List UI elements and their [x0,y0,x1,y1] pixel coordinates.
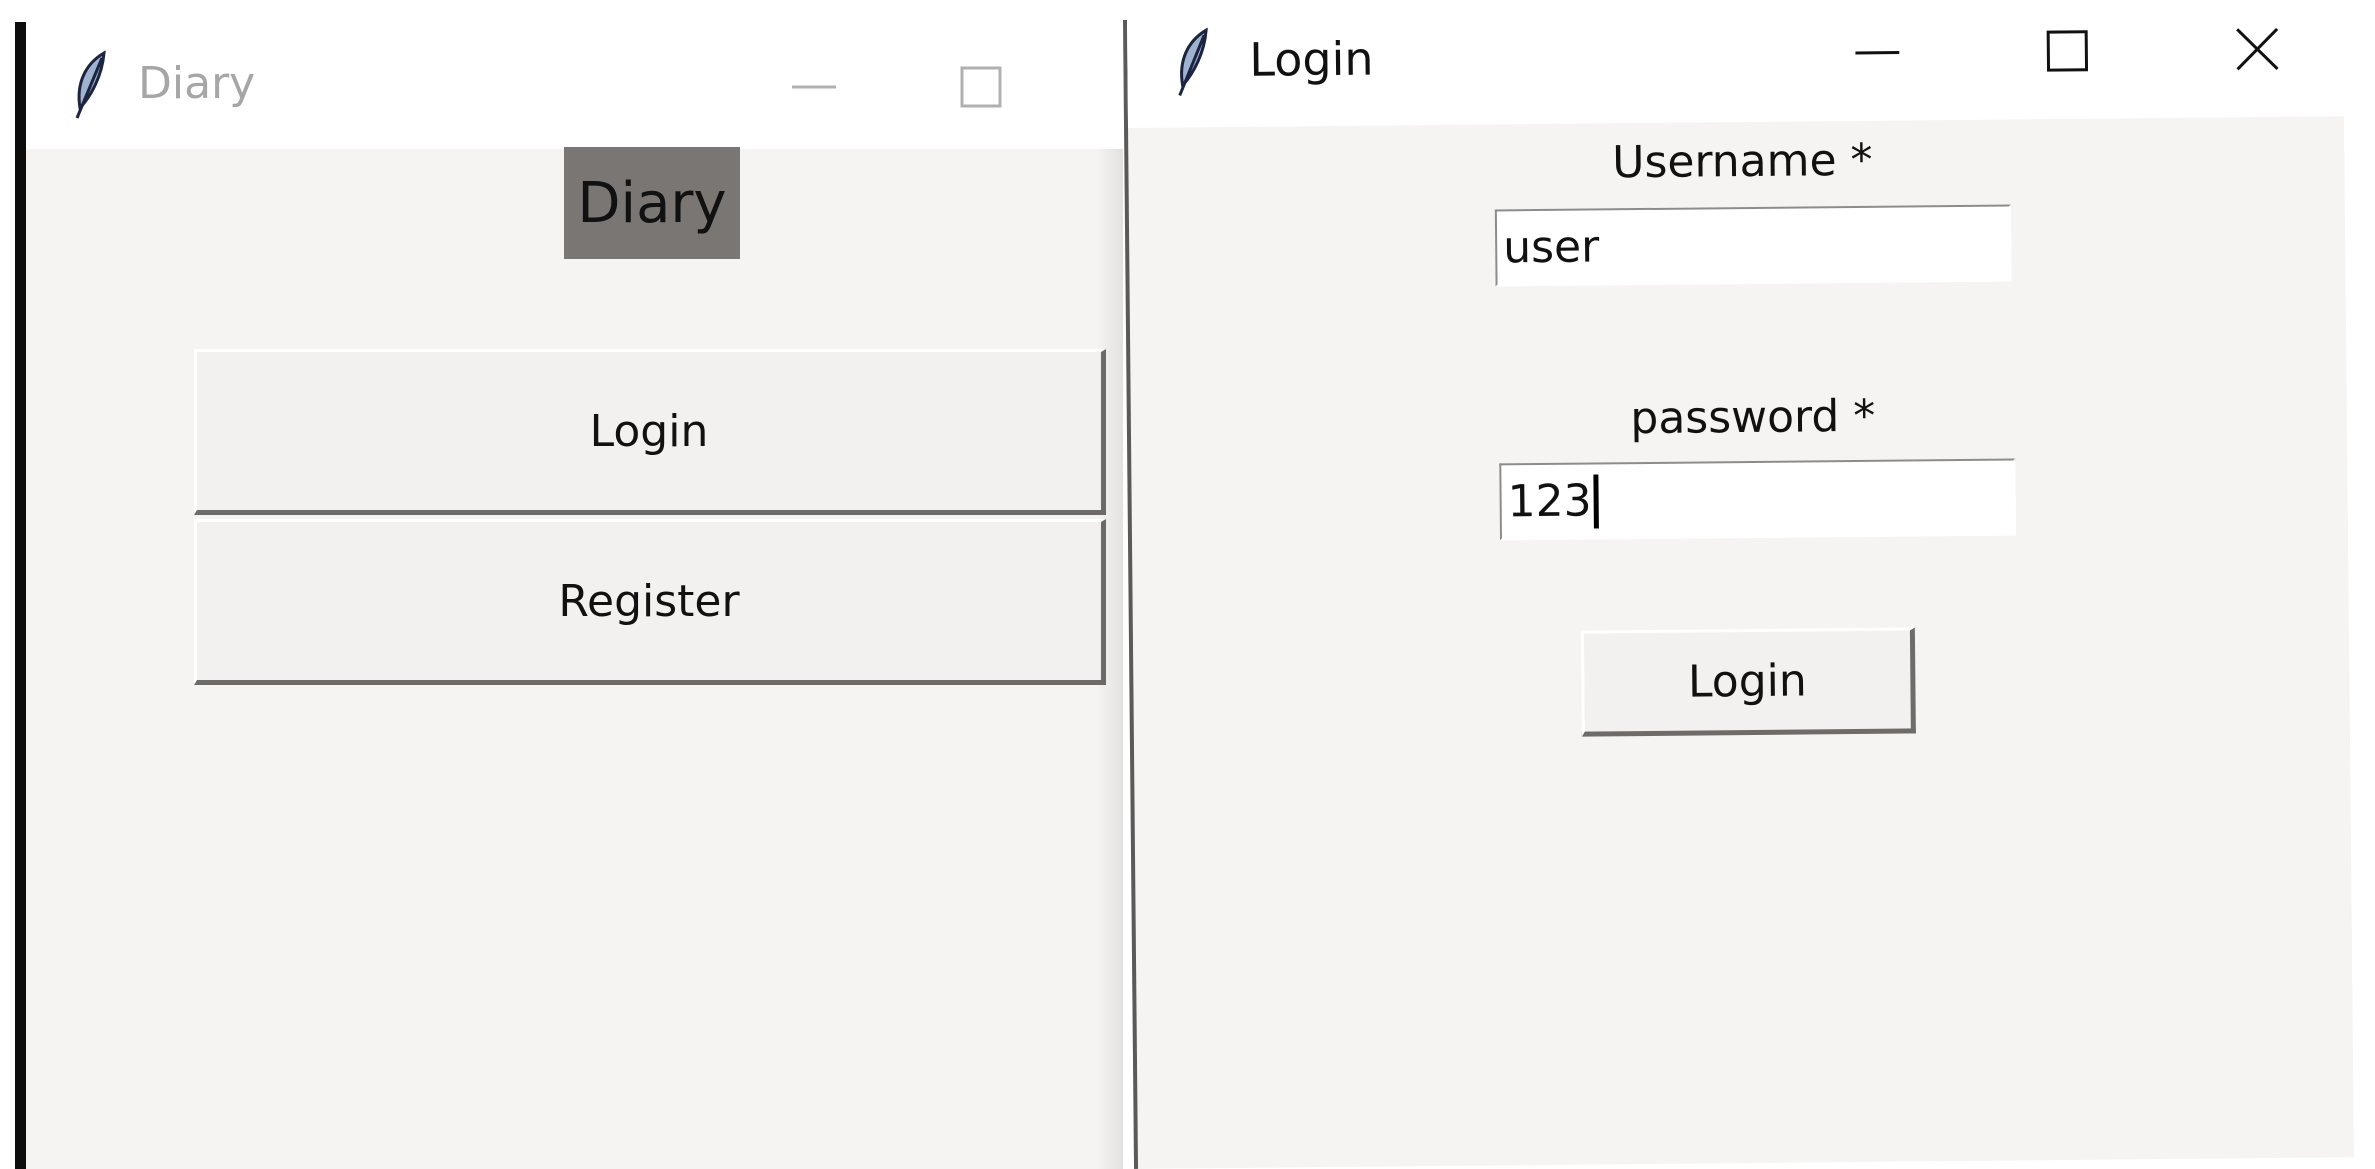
diary-titlebar[interactable]: Diary [26,22,1123,149]
username-label: Username * [1611,134,1873,189]
minimize-icon [792,85,836,89]
close-icon [2236,27,2279,71]
minimize-icon [1855,51,1900,55]
password-label: password * [1630,390,1876,445]
password-input[interactable]: 123 [1499,458,2016,541]
diary-window: Diary Diary Login Register [15,22,1123,1169]
diary-window-title: Diary [138,58,256,109]
open-login-button[interactable]: Login [194,349,1106,515]
username-input[interactable]: user [1494,204,2012,287]
desktop: Diary Diary Login Register Login Usernam… [0,0,2375,1169]
login-titlebar[interactable]: Login [1126,8,2344,128]
login-maximize-button[interactable] [2017,20,2118,81]
feather-icon [1178,27,1208,97]
window-shadow [1097,149,1123,1169]
password-value: 123 [1507,475,1592,528]
maximize-icon [2046,30,2089,72]
username-value: user [1502,221,1600,274]
login-minimize-button[interactable] [1827,22,1928,83]
login-submit-button[interactable]: Login [1580,627,1916,737]
text-caret [1593,473,1599,529]
diary-heading-label: Diary [564,147,740,259]
login-close-button[interactable] [2207,19,2308,80]
login-window: Login Username * user password * 123 Log… [1123,8,2354,1169]
login-window-title: Login [1249,31,1374,87]
maximize-icon [960,66,1002,108]
feather-icon [75,50,106,119]
diary-minimize-button[interactable] [764,62,864,112]
diary-maximize-button[interactable] [931,62,1031,112]
open-register-button[interactable]: Register [194,519,1106,685]
